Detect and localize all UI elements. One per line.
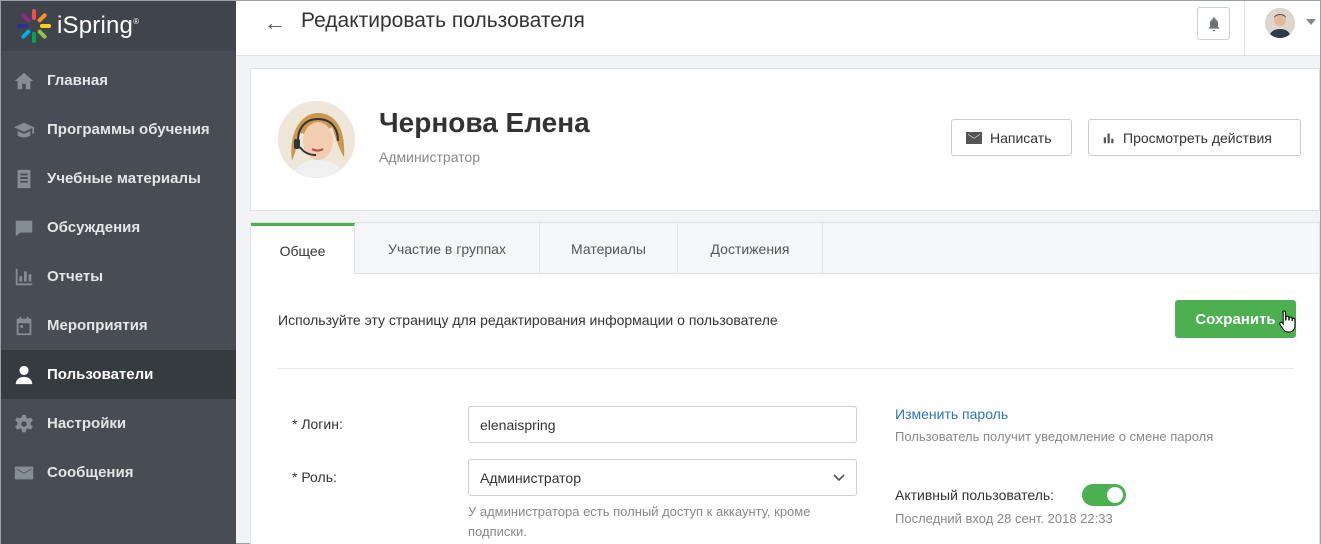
sidebar-item-label: Мероприятия <box>47 317 148 334</box>
sidebar-item-label: Учебные материалы <box>47 170 201 187</box>
sidebar-item-label: Настройки <box>47 415 127 432</box>
sidebar-item-home[interactable]: Главная <box>1 56 236 105</box>
change-password-link[interactable]: Изменить пароль <box>895 406 1008 422</box>
gear-icon <box>1 413 47 435</box>
role-description: У администратора есть полный доступ к ак… <box>468 504 811 539</box>
section-divider <box>278 368 1294 369</box>
login-label: * Логин: <box>292 416 343 432</box>
sidebar-nav: Главная Программы обучения Учебные матер… <box>1 56 236 497</box>
sidebar-item-label: Главная <box>47 72 109 89</box>
tab-general[interactable]: Общее <box>251 223 355 275</box>
chevron-down-icon[interactable] <box>1306 19 1316 25</box>
active-user-label: Активный пользователь: <box>895 487 1055 503</box>
sidebar-item-materials[interactable]: Учебные материалы <box>1 154 236 203</box>
document-list-icon <box>1 168 47 190</box>
chevron-down-icon <box>833 473 845 481</box>
login-field[interactable]: elenaispring <box>468 406 857 443</box>
user-photo-icon <box>1265 8 1295 38</box>
back-arrow-icon[interactable]: ← <box>264 10 286 36</box>
bar-chart-icon <box>1103 133 1114 143</box>
sidebar-item-reports[interactable]: Отчеты <box>1 252 236 301</box>
save-button[interactable]: Сохранить <box>1175 300 1296 338</box>
ispring-logo-icon <box>17 9 51 43</box>
tab-materials[interactable]: Материалы <box>540 223 678 274</box>
avatar <box>278 101 355 178</box>
edit-user-panel: Общее Участие в группах Материалы Достиж… <box>250 222 1320 544</box>
bar-chart-icon <box>1 266 47 288</box>
sidebar-item-label: Программы обучения <box>47 121 210 138</box>
bell-icon <box>1208 16 1219 31</box>
sidebar-item-programs[interactable]: Программы обучения <box>1 105 236 154</box>
brand-name: iSpring® <box>57 12 140 39</box>
user-name: Чернова Елена <box>379 107 590 138</box>
sidebar-item-events[interactable]: Мероприятия <box>1 301 236 350</box>
role-select-value: Администратор <box>480 469 582 486</box>
page-hint: Используйте эту страницу для редактирова… <box>278 312 778 328</box>
user-role: Администратор <box>379 149 481 165</box>
password-note: Пользователь получит уведомление о смене… <box>895 429 1214 444</box>
last-login-text: Последний вход 28 сент. 2018 22:33 <box>895 511 1113 526</box>
sidebar-item-label: Сообщения <box>47 464 134 481</box>
view-actions-button[interactable]: Просмотреть действия <box>1088 119 1301 156</box>
tab-bar: Общее Участие в группах Материалы Достиж… <box>251 223 1319 275</box>
sidebar: iSpring® Главная Программы обучения Учеб… <box>1 1 236 544</box>
logo[interactable]: iSpring® <box>1 1 236 51</box>
home-icon <box>1 70 47 92</box>
sidebar-item-messages[interactable]: Сообщения <box>1 448 236 497</box>
envelope-icon <box>1 462 47 484</box>
top-header: ← Редактировать пользователя <box>236 1 1320 56</box>
write-message-label: Написать <box>990 129 1052 146</box>
user-icon <box>1 364 47 386</box>
view-actions-label: Просмотреть действия <box>1123 129 1272 146</box>
chat-bubble-icon <box>1 217 47 239</box>
role-label: * Роль: <box>292 469 337 485</box>
sidebar-item-discussions[interactable]: Обсуждения <box>1 203 236 252</box>
current-user-avatar[interactable] <box>1265 8 1295 38</box>
hand-cursor-icon <box>1279 310 1296 333</box>
header-divider <box>1244 1 1245 56</box>
sidebar-item-label: Пользователи <box>47 366 154 383</box>
tab-achievements[interactable]: Достижения <box>678 223 823 274</box>
envelope-icon <box>966 131 982 144</box>
sidebar-item-label: Отчеты <box>47 268 104 285</box>
calendar-icon <box>1 315 47 337</box>
active-user-toggle[interactable] <box>1082 484 1126 506</box>
sidebar-item-label: Обсуждения <box>47 219 141 236</box>
write-message-button[interactable]: Написать <box>951 119 1072 156</box>
graduation-cap-icon <box>1 119 47 141</box>
profile-card: Чернова Елена Администратор Написать Про… <box>250 68 1320 211</box>
tab-groups[interactable]: Участие в группах <box>355 223 540 274</box>
sidebar-item-settings[interactable]: Настройки <box>1 399 236 448</box>
login-value: elenaispring <box>480 416 556 433</box>
profile-photo-icon <box>278 101 355 178</box>
role-select[interactable]: Администратор <box>468 459 857 496</box>
sidebar-item-users[interactable]: Пользователи <box>1 350 236 399</box>
notifications-button[interactable] <box>1197 7 1230 40</box>
page-title: Редактировать пользователя <box>301 9 585 32</box>
